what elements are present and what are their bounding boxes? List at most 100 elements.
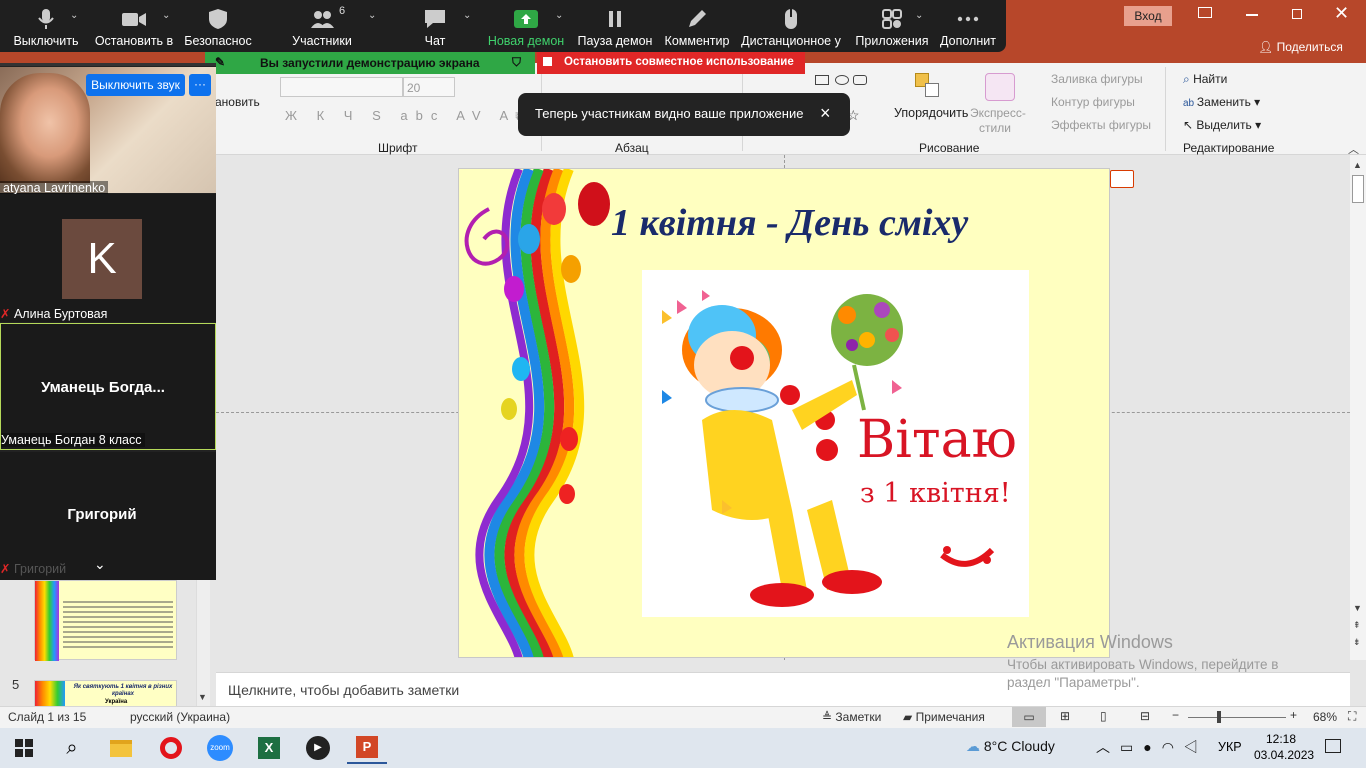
sharing-banner-text: Вы запустили демонстрацию экрана [260, 56, 480, 70]
notes-toggle[interactable]: ≜ Заметки [822, 710, 881, 724]
slide[interactable]: 1 квітня - День сміху Вітаю з 1 квітня! [458, 168, 1110, 658]
volume-icon[interactable]: ◁ [1184, 739, 1208, 755]
reading-view-icon[interactable]: ▯ [1100, 709, 1107, 723]
ribbon-display-icon[interactable] [1198, 7, 1212, 18]
font-size-combo[interactable]: 20 [403, 77, 455, 97]
sign-in-button[interactable]: Вход [1124, 6, 1172, 26]
replace-button[interactable]: ab Заменить ▾ [1183, 95, 1260, 109]
taskbar-excel[interactable]: X [249, 732, 289, 764]
language-indicator[interactable]: русский (Украина) [130, 710, 230, 724]
annotate-button[interactable]: Комментир [660, 0, 734, 52]
chevron-up-icon[interactable]: ︿ [1096, 739, 1120, 755]
taskbar-file-explorer[interactable] [101, 732, 141, 764]
share-caret-icon[interactable]: ⌄ [555, 10, 563, 21]
video-tile-tatyana[interactable]: Выключить звук ··· atyana Lavrinenko [0, 67, 216, 195]
slide-title[interactable]: 1 квітня - День сміху [611, 201, 968, 245]
zoom-toolbar: Выключить ⌄ Остановить в ⌄ Безопаснос 6 … [0, 0, 1006, 52]
scroll-down-icon[interactable]: ▼ [1353, 603, 1362, 613]
weather-widget[interactable]: ☁ 8°C Cloudy [966, 738, 1055, 755]
zoom-slider[interactable] [1188, 717, 1286, 718]
close-window-icon[interactable]: ✕ [1334, 3, 1349, 24]
thumbs-scrollbar[interactable] [196, 560, 210, 708]
zoom-out-icon[interactable]: − [1172, 708, 1179, 722]
oval-shape-icon[interactable] [835, 75, 849, 85]
shape-effects-button[interactable]: Эффекты фигуры [1051, 118, 1151, 132]
video-tile-bogdan[interactable]: Уманець Богда... Уманець Богдан 8 класс [0, 323, 216, 450]
chat-button[interactable]: Чат [405, 0, 465, 52]
mute-caret-icon[interactable]: ⌄ [70, 10, 78, 21]
apps-button[interactable]: Приложения [852, 0, 932, 52]
more-button[interactable]: Дополнит [936, 0, 1000, 52]
slide-thumbnail-5[interactable]: Як святкують 1 квітня в різних країнах У… [34, 680, 177, 708]
select-button[interactable]: ↖ Выделить ▾ [1183, 118, 1261, 132]
clock-time[interactable]: 12:18 [1266, 732, 1296, 746]
restore-icon[interactable] [1292, 9, 1302, 19]
shape-fill-button[interactable]: Заливка фигуры [1051, 72, 1143, 86]
video-tile-grigoriy[interactable]: Григорий ✗ Григорий ⌄ [0, 452, 216, 580]
pause-share-button[interactable]: Пауза демон [574, 0, 656, 52]
new-share-button[interactable]: Новая демон [486, 0, 566, 52]
tray-icons[interactable]: ︿▭●◠◁ [1096, 737, 1208, 757]
quick-styles-button[interactable]: Экспресс- [970, 106, 1026, 120]
battery-icon[interactable]: ▭ [1120, 739, 1143, 755]
zoom-in-icon[interactable]: + [1290, 708, 1297, 722]
next-slide-icon[interactable]: ⇟ [1353, 637, 1361, 648]
rounded-rect-shape-icon[interactable] [853, 75, 867, 85]
notes-placeholder[interactable]: Щелкните, чтобы добавить заметки [228, 682, 459, 698]
participants-button[interactable]: 6 Участники [282, 0, 362, 52]
apps-caret-icon[interactable]: ⌄ [915, 10, 923, 21]
microphone-icon[interactable]: ● [1143, 739, 1161, 755]
stop-share-button[interactable]: Остановить совместное использование [537, 52, 805, 74]
cloud-icon: ☁ [966, 738, 984, 754]
chevron-down-icon[interactable]: ⌄ [94, 556, 106, 573]
taskbar-opera[interactable] [151, 732, 191, 764]
normal-view-button[interactable]: ▭ [1012, 707, 1046, 727]
video-caret-icon[interactable]: ⌄ [162, 10, 170, 21]
share-button-area[interactable]: 👤︎ Поделиться [1258, 40, 1343, 54]
notification-icon[interactable] [1325, 739, 1341, 753]
comment-icon[interactable] [1110, 170, 1134, 188]
slideshow-icon[interactable]: ⊟ [1140, 709, 1150, 723]
scroll-down-icon[interactable]: ▼ [198, 692, 207, 702]
pin-icon[interactable]: ✎ [215, 55, 225, 69]
fit-slide-icon[interactable]: ⛶ [1348, 709, 1356, 724]
arrange-button[interactable]: Упорядочить [894, 106, 968, 120]
remote-control-button[interactable]: Дистанционное у [740, 0, 842, 52]
mute-button[interactable]: Выключить [5, 0, 87, 52]
wifi-icon[interactable]: ◠ [1162, 739, 1184, 755]
slide-sorter-icon[interactable]: ⊞ [1060, 709, 1070, 723]
taskbar-media-player[interactable]: ▶ [298, 732, 338, 764]
participant-photo [0, 73, 90, 183]
font-name-combo[interactable] [280, 77, 403, 97]
participants-caret-icon[interactable]: ⌄ [368, 10, 376, 21]
input-language[interactable]: УКР [1218, 740, 1242, 754]
find-button[interactable]: ⌕ Найти [1183, 72, 1227, 87]
zoom-level[interactable]: 68% [1313, 710, 1337, 724]
scroll-up-icon[interactable]: ▲ [1353, 160, 1362, 170]
cursor-icon: ↖ [1183, 118, 1197, 132]
slide-thumbnail-4[interactable] [34, 580, 177, 661]
close-icon[interactable]: × [820, 103, 831, 124]
tile-more-button[interactable]: ··· [189, 74, 211, 96]
arrange-icon[interactable] [915, 73, 941, 99]
mute-audio-button[interactable]: Выключить звук [86, 74, 185, 96]
taskbar-zoom[interactable]: zoom [200, 732, 240, 764]
start-button[interactable] [4, 732, 44, 764]
clown-picture[interactable]: Вітаю з 1 квітня! [642, 270, 1029, 617]
rectangle-shape-icon[interactable] [815, 75, 829, 85]
security-button[interactable]: Безопаснос [180, 0, 256, 52]
comments-toggle[interactable]: ▰ Примечания [903, 710, 985, 724]
prev-slide-icon[interactable]: ⇞ [1353, 620, 1361, 631]
clock-date[interactable]: 03.04.2023 [1254, 748, 1314, 762]
scroll-thumb[interactable] [1352, 175, 1364, 203]
search-button[interactable]: ⌕ [52, 732, 92, 764]
quick-styles-icon[interactable] [985, 73, 1015, 101]
minimize-icon[interactable] [1246, 14, 1258, 16]
slide-scrollbar[interactable]: ▲ ▼ ⇞ ⇟ [1350, 155, 1366, 660]
shape-outline-button[interactable]: Контур фигуры [1051, 95, 1135, 109]
taskbar-powerpoint[interactable]: P [347, 732, 387, 764]
chat-caret-icon[interactable]: ⌄ [463, 10, 471, 21]
zoom-slider-thumb[interactable] [1217, 711, 1221, 723]
stop-video-button[interactable]: Остановить в [92, 0, 176, 52]
video-tile-alina[interactable]: K ✗ Алина Буртовая [0, 194, 216, 322]
